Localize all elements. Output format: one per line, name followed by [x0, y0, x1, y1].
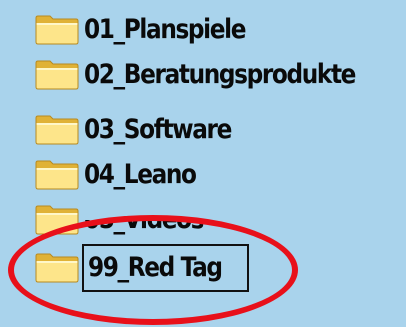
folder-icon	[34, 13, 82, 47]
folder-name: 01_Planspiele	[84, 14, 246, 45]
folder-name: 04_Leano	[84, 159, 197, 190]
folder-item-leano[interactable]: 04_Leano	[34, 155, 214, 195]
folder-name: 99_Red Tag	[88, 252, 223, 283]
folder-icon	[34, 251, 82, 285]
folder-icon	[34, 158, 82, 192]
folder-icon	[34, 58, 82, 92]
folder-name: 05_Videos	[84, 204, 204, 235]
folder-item-software[interactable]: 03_Software	[34, 110, 255, 150]
folder-item-videos[interactable]: 05_Videos	[34, 200, 223, 240]
folder-item-red-tag[interactable]: 99_Red Tag	[34, 244, 250, 292]
rename-input[interactable]: 99_Red Tag	[82, 244, 250, 292]
folder-list: 01_Planspiele 02_Beratungsprodukte 03_So…	[0, 0, 406, 327]
folder-icon	[34, 113, 82, 147]
folder-name: 03_Software	[84, 114, 232, 145]
folder-name: 02_Beratungsprodukte	[84, 59, 356, 90]
folder-item-planspiele[interactable]: 01_Planspiele	[34, 10, 271, 50]
folder-item-beratungsprodukte[interactable]: 02_Beratungsprodukte	[34, 55, 399, 95]
folder-icon	[34, 203, 82, 237]
